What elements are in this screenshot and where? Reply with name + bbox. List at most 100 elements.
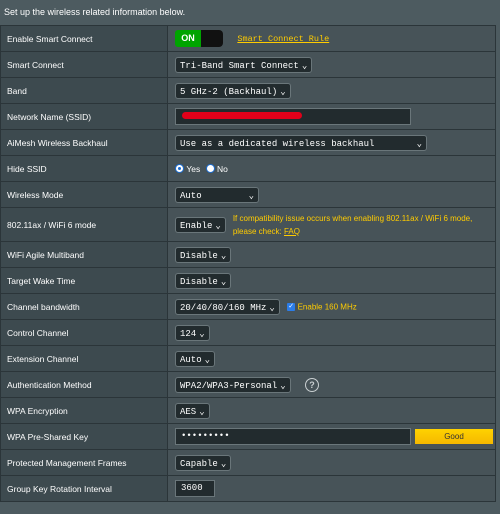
row-label: Smart Connect: [0, 51, 168, 78]
help-icon[interactable]: ?: [305, 377, 320, 392]
chevron-down-icon: ⌄: [199, 328, 205, 339]
control-channel-select[interactable]: 124 ⌄: [175, 324, 210, 341]
target-wake-select[interactable]: Disable ⌄: [175, 272, 232, 289]
band-select[interactable]: 5 GHz-2 (Backhaul) ⌄: [175, 82, 291, 99]
faq-link[interactable]: FAQ: [284, 227, 300, 236]
row-ssid: Network Name (SSID): [0, 103, 496, 130]
row-channel-bandwidth: Channel bandwidth 20/40/80/160 MHz ⌄ ✓ En…: [0, 293, 496, 320]
agile-multiband-select[interactable]: Disable ⌄: [175, 246, 232, 263]
password-strength-meter: Good: [415, 429, 493, 444]
row-value: [167, 103, 496, 130]
row-label: Enable Smart Connect: [0, 25, 168, 52]
row-value: 5 GHz-2 (Backhaul) ⌄: [167, 77, 496, 104]
ssid-input[interactable]: [175, 108, 411, 125]
row-value: Disable ⌄: [167, 267, 496, 294]
select-value: Auto: [180, 354, 202, 365]
row-enable-smart-connect: Enable Smart Connect ON Smart Connect Ru…: [0, 25, 496, 52]
wireless-mode-select[interactable]: Auto ⌄: [175, 186, 259, 203]
psk-value: •••••••••: [181, 431, 230, 441]
row-value: ••••••••• Good: [167, 423, 496, 450]
row-gkri: Group Key Rotation Interval 3600: [0, 475, 496, 502]
row-value: Auto ⌄: [167, 345, 496, 372]
radio-label-yes: Yes: [186, 163, 201, 174]
wpa-encryption-select[interactable]: AES ⌄: [175, 402, 210, 419]
smart-connect-rule-link[interactable]: Smart Connect Rule: [237, 34, 329, 44]
extension-channel-select[interactable]: Auto ⌄: [175, 350, 216, 367]
smart-connect-toggle[interactable]: ON: [175, 30, 223, 47]
row-label: Target Wake Time: [0, 267, 168, 294]
row-value: Use as a dedicated wireless backhaul ⌄: [167, 129, 496, 156]
row-label: WiFi Agile Multiband: [0, 241, 168, 268]
select-value: Use as a dedicated wireless backhaul: [180, 138, 375, 149]
radio-label-no: No: [217, 163, 228, 174]
gkri-input[interactable]: 3600: [175, 480, 215, 497]
row-label: Authentication Method: [0, 371, 168, 398]
chevron-down-icon: ⌄: [416, 138, 422, 149]
row-value: Yes No: [167, 155, 496, 182]
wifi6-mode-select[interactable]: Enable ⌄: [175, 216, 226, 233]
chevron-down-icon: ⌄: [204, 354, 211, 365]
hide-ssid-no-radio[interactable]: [205, 164, 215, 174]
select-value: Disable: [180, 250, 218, 261]
channel-bandwidth-select[interactable]: 20/40/80/160 MHz ⌄: [175, 298, 280, 315]
select-value: Capable: [180, 458, 218, 469]
row-value: Enable ⌄ If compatibility issue occurs wh…: [167, 207, 496, 242]
select-value: Auto: [180, 190, 202, 201]
row-label: Extension Channel: [0, 345, 168, 372]
wifi6-compat-note: If compatibility issue occurs when enabl…: [233, 212, 473, 238]
row-aimesh: AiMesh Wireless Backhaul Use as a dedica…: [0, 129, 496, 156]
row-label: Band: [0, 77, 168, 104]
row-wpa-psk: WPA Pre-Shared Key ••••••••• Good: [0, 423, 496, 450]
row-hide-ssid: Hide SSID Yes No: [0, 155, 496, 182]
auth-method-select[interactable]: WPA2/WPA3-Personal ⌄: [175, 376, 291, 393]
select-value: 5 GHz-2 (Backhaul): [180, 86, 278, 97]
row-target-wake-time: Target Wake Time Disable ⌄: [0, 267, 496, 294]
chevron-down-icon: ⌄: [199, 406, 205, 417]
row-value: Auto ⌄: [167, 181, 496, 208]
hide-ssid-yes-radio[interactable]: [175, 164, 184, 174]
row-control-channel: Control Channel 124 ⌄: [0, 319, 496, 346]
row-extension-channel: Extension Channel Auto ⌄: [0, 345, 496, 372]
row-value: 3600: [167, 475, 496, 502]
row-label: Hide SSID: [0, 155, 168, 182]
row-wireless-mode: Wireless Mode Auto ⌄: [0, 181, 496, 208]
row-value: Capable ⌄: [167, 449, 496, 476]
row-value: ON Smart Connect Rule: [167, 25, 496, 52]
wireless-settings-table: Enable Smart Connect ON Smart Connect Ru…: [0, 25, 496, 502]
enable-160mhz-label: Enable 160 MHz: [297, 302, 357, 311]
row-label: WPA Encryption: [0, 397, 168, 424]
chevron-down-icon: ⌄: [220, 250, 227, 261]
row-wifi6-mode: 802.11ax / WiFi 6 mode Enable ⌄ If compat…: [0, 207, 496, 242]
row-label: Wireless Mode: [0, 181, 168, 208]
pmf-select[interactable]: Capable ⌄: [175, 454, 232, 471]
row-value: AES ⌄: [167, 397, 496, 424]
row-label: AiMesh Wireless Backhaul: [0, 129, 168, 156]
toggle-knob: [201, 30, 223, 47]
row-label: Group Key Rotation Interval: [0, 475, 168, 502]
toggle-on-label: ON: [175, 30, 201, 47]
aimesh-backhaul-select[interactable]: Use as a dedicated wireless backhaul ⌄: [175, 134, 427, 151]
row-value: Disable ⌄: [167, 241, 496, 268]
row-label: Protected Management Frames: [0, 449, 168, 476]
row-label: Network Name (SSID): [0, 103, 168, 130]
chevron-down-icon: ⌄: [215, 220, 221, 231]
smart-connect-select[interactable]: Tri-Band Smart Connect ⌄: [175, 56, 313, 73]
row-authentication-method: Authentication Method WPA2/WPA3-Personal…: [0, 371, 496, 398]
row-value: Tri-Band Smart Connect ⌄: [167, 51, 496, 78]
enable-160mhz-checkbox[interactable]: ✓: [287, 302, 296, 311]
select-value: AES: [180, 406, 197, 417]
row-wpa-encryption: WPA Encryption AES ⌄: [0, 397, 496, 424]
select-value: Enable: [180, 220, 213, 231]
row-smart-connect: Smart Connect Tri-Band Smart Connect ⌄: [0, 51, 496, 78]
select-value: 124: [180, 328, 197, 339]
row-value: WPA2/WPA3-Personal ⌄ ?: [167, 371, 496, 398]
row-value: 124 ⌄: [167, 319, 496, 346]
psk-input[interactable]: •••••••••: [175, 428, 411, 445]
chevron-down-icon: ⌄: [280, 86, 286, 97]
select-value: Tri-Band Smart Connect: [180, 60, 299, 71]
chevron-down-icon: ⌄: [280, 380, 286, 391]
chevron-down-icon: ⌄: [269, 302, 275, 313]
chevron-down-icon: ⌄: [301, 60, 308, 71]
row-label: Channel bandwidth: [0, 293, 168, 320]
note-line-2: please check: FAQ: [233, 225, 473, 238]
